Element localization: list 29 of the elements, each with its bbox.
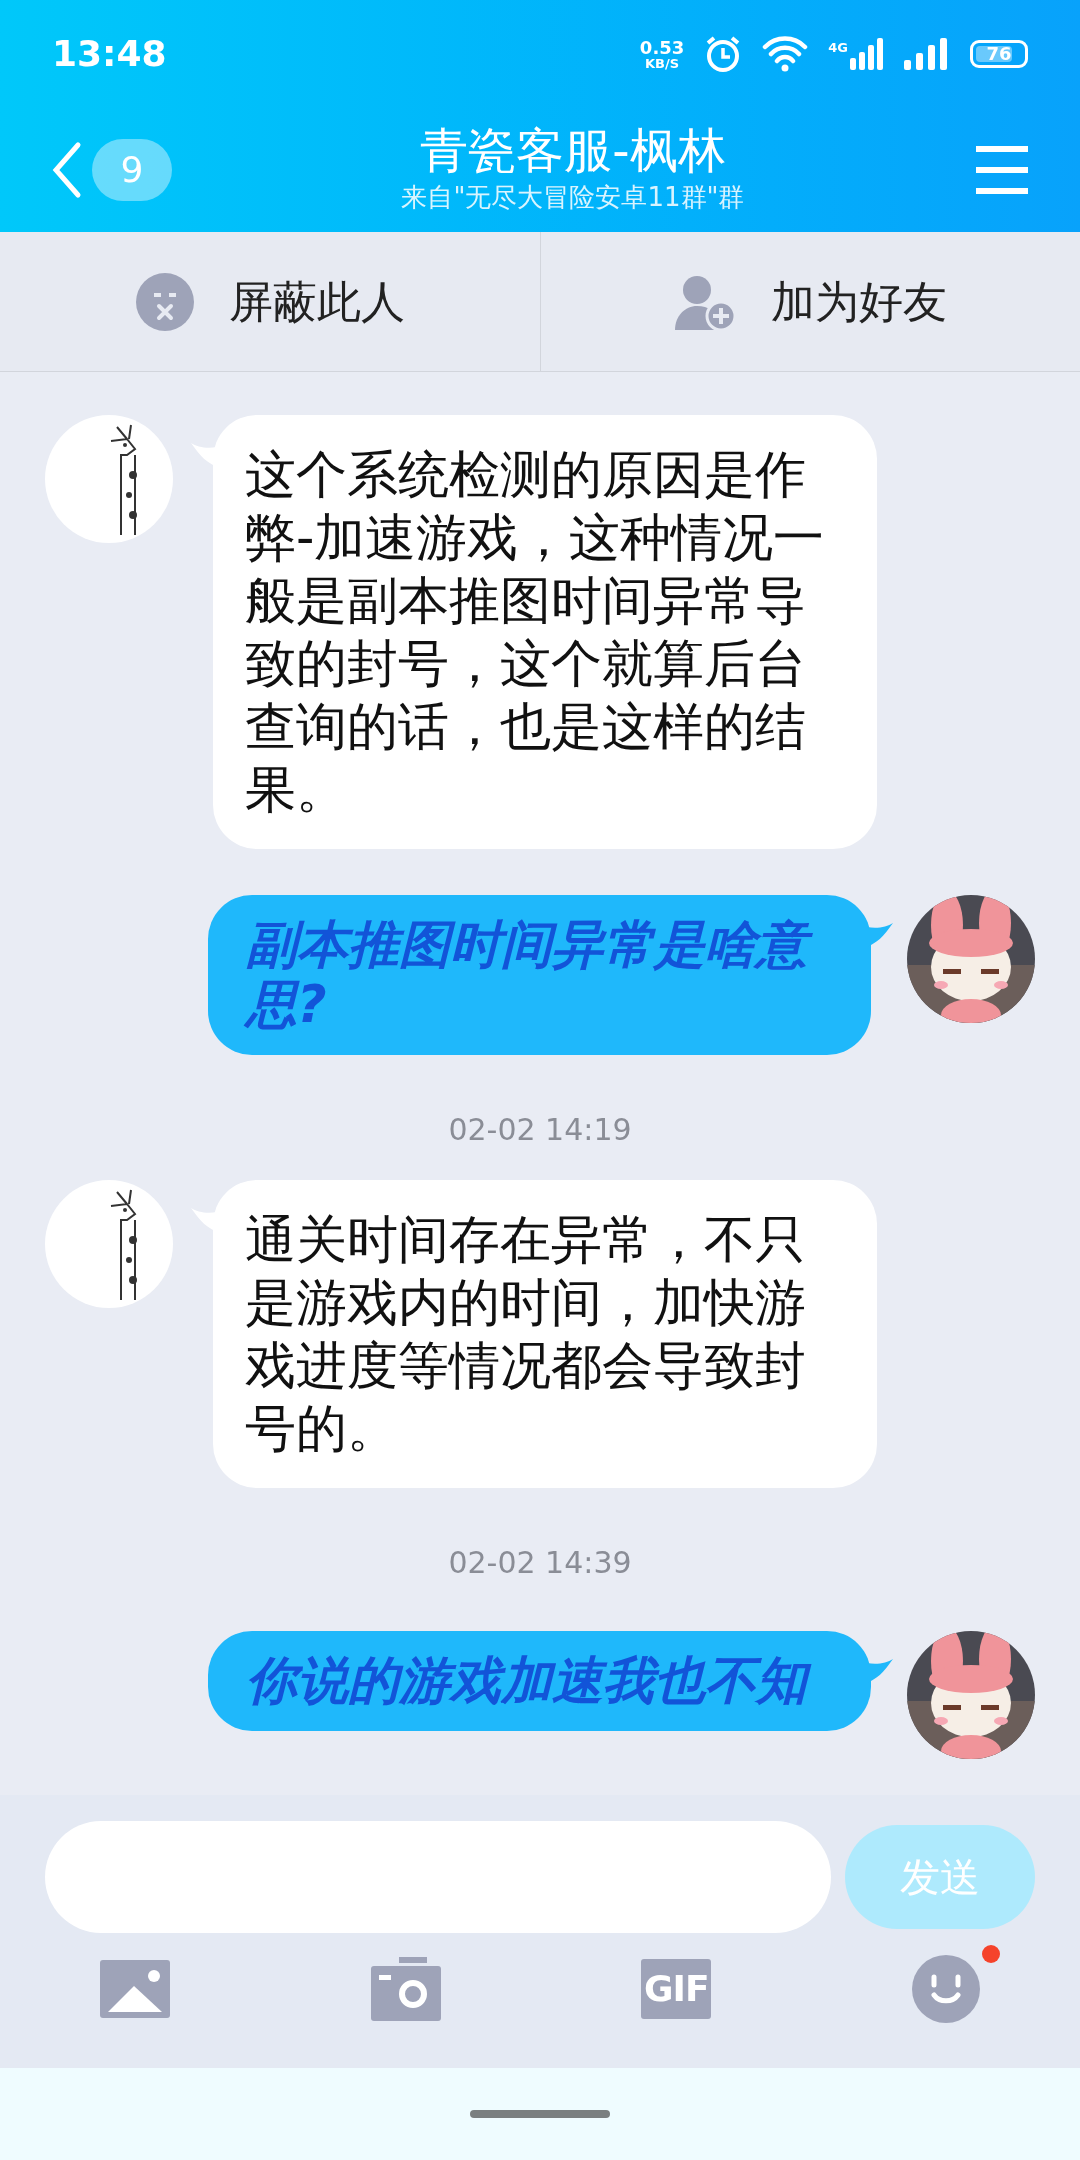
add-friend-button[interactable]: 加为好友 xyxy=(539,232,1080,371)
network-type: 4G xyxy=(828,39,848,57)
message-bubble: 副本推图时间异常是啥意思? xyxy=(208,895,871,1055)
chat-subtitle: 来自"无尽大冒险安卓11群"群 xyxy=(401,181,745,213)
chat-title: 青瓷客服-枫林 xyxy=(420,121,726,180)
status-time: 13:48 xyxy=(52,32,167,76)
camera-icon[interactable] xyxy=(370,1957,441,2021)
message-timestamp: 02-02 14:39 xyxy=(448,1544,632,1582)
emoji-icon[interactable] xyxy=(911,1955,980,2023)
unread-count-badge[interactable]: 9 xyxy=(92,139,172,201)
signal-icon xyxy=(850,38,884,70)
block-user-button[interactable]: 屏蔽此人 xyxy=(0,232,540,371)
menu-icon[interactable] xyxy=(974,145,1030,195)
message-bubble: 你说的游戏加速我也不知 xyxy=(208,1631,871,1731)
blocked-face-icon xyxy=(134,271,195,332)
message-bubble: 这个系统检测的原因是作弊-加速游戏，这种情况一般是副本推图时间异常导致的封号，这个就算后台查询的话，也是这样的结果。 xyxy=(213,415,877,849)
signal-icon xyxy=(904,38,950,70)
back-icon[interactable] xyxy=(50,141,82,199)
bubble-tail xyxy=(867,923,893,947)
message-timestamp: 02-02 14:19 xyxy=(448,1111,632,1149)
gif-button[interactable]: GIF xyxy=(641,1959,712,2019)
image-icon[interactable] xyxy=(100,1960,170,2018)
network-speed-unit: KB/S xyxy=(645,56,680,70)
bubble-tail xyxy=(867,1659,893,1683)
wifi-icon xyxy=(762,36,809,72)
message-bubble: 通关时间存在异常，不只是游戏内的时间，加快游戏进度等情况都会导致封号的。 xyxy=(213,1180,877,1488)
battery-indicator: 76 xyxy=(970,40,1028,68)
network-speed: 0.53 xyxy=(639,38,685,57)
send-button[interactable]: 发送 xyxy=(845,1825,1035,1929)
